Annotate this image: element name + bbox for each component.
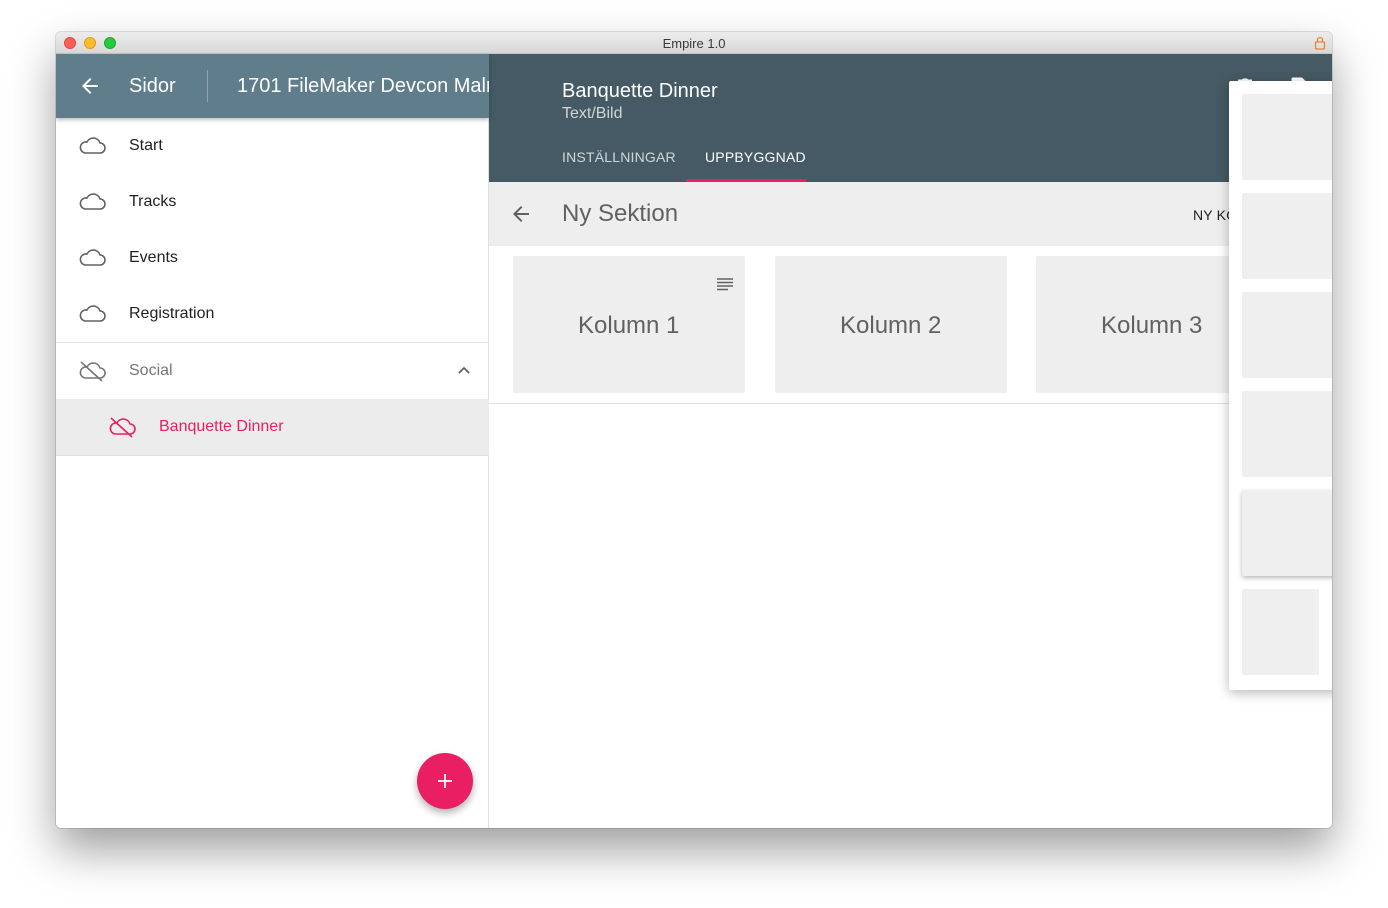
app-window: Empire 1.0 Sidor 1701 FileMaker Devcon M… bbox=[56, 32, 1332, 828]
title-bar: Empire 1.0 bbox=[56, 32, 1332, 54]
sidebar-item-tracks[interactable]: Tracks bbox=[56, 174, 489, 230]
sidebar-item-events[interactable]: Events bbox=[56, 230, 489, 286]
layout-option-2-1-wide[interactable] bbox=[1242, 292, 1332, 378]
page-title: Banquette Dinner bbox=[562, 80, 718, 102]
sidebar-group-social[interactable]: Social bbox=[56, 342, 489, 399]
plus-icon bbox=[438, 774, 452, 788]
main-panel: Banquette Dinner Text/Bild INSTÄLLNINGAR… bbox=[489, 54, 1332, 828]
cloud-icon bbox=[79, 249, 106, 266]
cloud-icon bbox=[79, 137, 106, 154]
sidebar-group-label: Social bbox=[129, 362, 173, 379]
sidebar-item-start[interactable]: Start bbox=[56, 118, 489, 174]
sidebar-item-label: Banquette Dinner bbox=[159, 418, 284, 435]
sidebar-item-label: Events bbox=[129, 249, 178, 266]
add-page-button[interactable] bbox=[417, 753, 473, 809]
tab-installningar[interactable]: INSTÄLLNINGAR bbox=[562, 149, 676, 165]
project-title: 1701 FileMaker Devcon Malmö bbox=[237, 75, 489, 97]
back-arrow-icon[interactable] bbox=[78, 74, 102, 98]
layout-option-1-column[interactable] bbox=[1242, 94, 1332, 180]
lock-badge-icon bbox=[1314, 36, 1326, 50]
column-row: Kolumn 1 Kolumn 2 Kolumn 3 bbox=[489, 246, 1332, 404]
header-divider bbox=[207, 70, 208, 102]
cloud-off-icon bbox=[79, 361, 106, 382]
sidebar-title: Sidor bbox=[129, 75, 176, 97]
window-title: Empire 1.0 bbox=[662, 36, 726, 51]
sidebar: Sidor 1701 FileMaker Devcon Malmö Start … bbox=[56, 54, 489, 828]
sidebar-item-label: Start bbox=[129, 137, 163, 154]
tab-uppbyggnad[interactable]: UPPBYGGNAD bbox=[705, 149, 806, 165]
column-card-1[interactable]: Kolumn 1 bbox=[513, 256, 745, 393]
cloud-icon bbox=[79, 193, 106, 210]
page-list: Start Tracks Events Registration Social … bbox=[56, 118, 489, 456]
column-label: Kolumn 3 bbox=[1101, 312, 1203, 339]
page-subtitle: Text/Bild bbox=[562, 105, 623, 122]
layout-option-4-equal-a[interactable] bbox=[1242, 589, 1319, 675]
layout-option-3-equal-a[interactable] bbox=[1242, 490, 1332, 576]
sidebar-item-label: Registration bbox=[129, 305, 215, 322]
section-bar: Ny Sektion NY KOLUMNRAD bbox=[489, 182, 1332, 246]
sidebar-item-banquette-dinner[interactable]: Banquette Dinner bbox=[56, 399, 489, 456]
cloud-icon bbox=[79, 305, 106, 322]
page-header: Banquette Dinner Text/Bild INSTÄLLNINGAR… bbox=[489, 54, 1332, 182]
chevron-up-icon[interactable] bbox=[455, 361, 473, 379]
sidebar-header: Sidor 1701 FileMaker Devcon Malmö bbox=[56, 54, 489, 118]
sidebar-item-label: Tracks bbox=[129, 193, 177, 210]
back-arrow-icon[interactable] bbox=[509, 202, 533, 226]
column-label: Kolumn 2 bbox=[840, 312, 942, 339]
column-label: Kolumn 1 bbox=[578, 312, 680, 339]
layout-option-2-equal-a[interactable] bbox=[1242, 193, 1332, 279]
column-layout-picker bbox=[1229, 81, 1332, 690]
cloud-off-icon bbox=[109, 417, 136, 438]
layout-option-1-2-narrow[interactable] bbox=[1242, 391, 1332, 477]
sidebar-item-registration[interactable]: Registration bbox=[56, 286, 489, 342]
menu-lines-icon[interactable] bbox=[716, 277, 734, 291]
column-card-2[interactable]: Kolumn 2 bbox=[775, 256, 1007, 393]
section-title: Ny Sektion bbox=[562, 200, 679, 227]
